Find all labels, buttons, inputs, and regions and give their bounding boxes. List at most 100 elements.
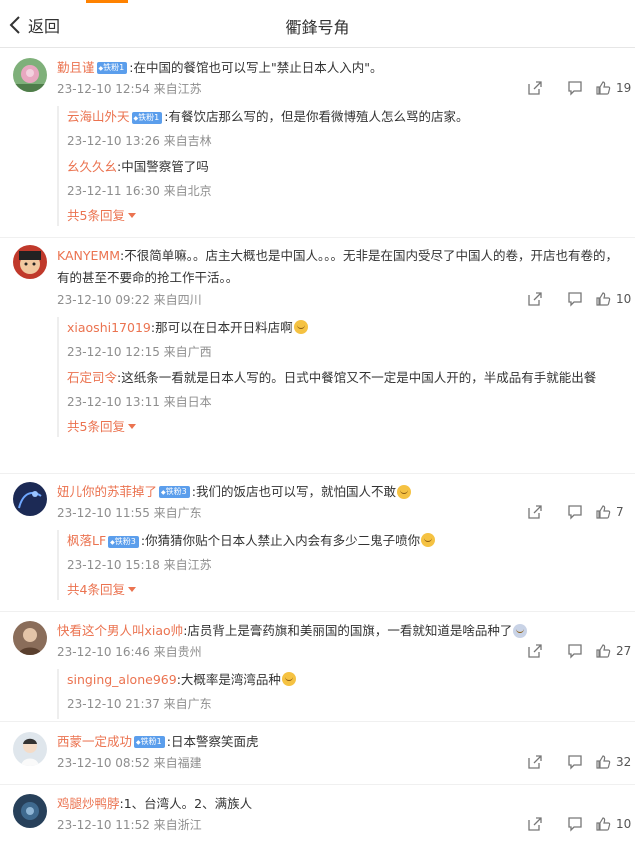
- reply-username[interactable]: 云海山外天: [67, 109, 130, 124]
- comment-actions: 27: [515, 643, 635, 659]
- avatar[interactable]: [13, 245, 47, 279]
- reply-username[interactable]: xiaoshi17019: [67, 320, 151, 335]
- fan-badge: 铁粉1: [131, 112, 163, 124]
- share-icon: [528, 81, 542, 95]
- more-replies-link[interactable]: 共5条回复: [67, 206, 627, 226]
- comment-actions: 32: [515, 754, 635, 770]
- share-button[interactable]: [515, 754, 555, 770]
- reply-username[interactable]: 幺久久幺: [67, 159, 117, 174]
- reply-list: xiaoshi17019:那可以在日本开日料店啊 23-12-10 12:15 …: [57, 317, 627, 437]
- reply-button[interactable]: [555, 816, 595, 832]
- comment-line: 西蒙一定成功 铁粉1 :日本警察笑面虎: [57, 732, 627, 752]
- reply-item: 枫落LF铁粉3:你猜猜你贴个日本人禁止入内会有多少二鬼子喷你 23-12-10 …: [67, 530, 627, 574]
- username-link[interactable]: KANYEMM: [57, 248, 120, 263]
- share-button[interactable]: [515, 643, 555, 659]
- comment-text: :1、台湾人。2、满族人: [119, 796, 253, 811]
- comment-icon: [568, 292, 582, 307]
- emoji-icon: [281, 672, 296, 686]
- divider: [0, 611, 635, 612]
- emoji-icon: [513, 624, 528, 638]
- reply-list: 云海山外天铁粉1:有餐饮店那么写的，但是你看微博殖人怎么骂的店家。 23-12-…: [57, 106, 627, 226]
- comment-text: :不很简单嘛。。店主大概也是中国人。。。无非是在国内受尽了中国人的卷，开店也有卷…: [57, 248, 618, 285]
- avatar[interactable]: [13, 732, 47, 766]
- comment-line: KANYEMM:不很简单嘛。。店主大概也是中国人。。。无非是在国内受尽了中国人的…: [57, 245, 627, 289]
- like-count: 32: [616, 755, 632, 769]
- comment-icon: [568, 81, 582, 96]
- like-button[interactable]: 27: [595, 643, 635, 659]
- comment-meta: 23-12-10 09:22 来自四川: [57, 293, 202, 307]
- reply-username[interactable]: 枫落LF: [67, 533, 106, 548]
- reply-text: :大概率是湾湾品种: [176, 672, 281, 687]
- like-button[interactable]: 10: [595, 291, 635, 307]
- like-button[interactable]: 32: [595, 754, 635, 770]
- avatar[interactable]: [13, 58, 47, 92]
- comment-line: 快看这个男人叫xiao帅:店员背上是膏药旗和美丽国的国旗，一看就知道是啥品种了: [57, 621, 627, 641]
- share-button[interactable]: [515, 816, 555, 832]
- reply-button[interactable]: [555, 504, 595, 520]
- divider: [0, 473, 635, 474]
- share-button[interactable]: [515, 504, 555, 520]
- username-link[interactable]: 西蒙一定成功: [57, 732, 132, 752]
- username-link[interactable]: 快看这个男人叫xiao帅: [57, 621, 183, 641]
- thumbs-up-icon: [596, 817, 611, 831]
- reply-button[interactable]: [555, 754, 595, 770]
- reply-button[interactable]: [555, 80, 595, 96]
- comment-icon: [568, 817, 582, 832]
- comment-text: :店员背上是膏药旗和美丽国的国旗，一看就知道是啥品种了: [183, 623, 513, 638]
- reply-item: 云海山外天铁粉1:有餐饮店那么写的，但是你看微博殖人怎么骂的店家。 23-12-…: [67, 106, 627, 150]
- comment-text: :日本警察笑面虎: [166, 734, 259, 749]
- fan-badge: 铁粉1: [134, 736, 165, 748]
- reply-text: :这纸条一看就是日本人写的。日式中餐馆又不一定是中国人开的，半成品有手就能出餐: [117, 370, 597, 385]
- reply-text: :有餐饮店那么写的，但是你看微博殖人怎么骂的店家。: [164, 109, 469, 124]
- reply-text: :你猜猜你贴个日本人禁止入内会有多少二鬼子喷你: [140, 533, 421, 548]
- comment-meta: 23-12-10 11:52 来自浙江: [57, 818, 202, 832]
- comment-line: 鸡腿炒鸭脖:1、台湾人。2、满族人: [57, 794, 627, 814]
- comment-actions: 19: [515, 80, 635, 96]
- comment-meta: 23-12-10 16:46 来自贵州: [57, 645, 202, 659]
- share-button[interactable]: [515, 80, 555, 96]
- share-icon: [528, 817, 542, 831]
- like-button[interactable]: 7: [595, 504, 635, 520]
- reply-meta: 23-12-11 16:30 来自北京: [67, 184, 212, 198]
- comment-text: :在中国的餐馆也可以写上"禁止日本人入内"。: [129, 60, 383, 75]
- like-count: 10: [616, 292, 632, 306]
- reply-username[interactable]: singing_alone969: [67, 672, 177, 687]
- comment-actions: 10: [515, 816, 635, 832]
- comment-meta: 23-12-10 11:55 来自广东: [57, 506, 202, 520]
- reply-button[interactable]: [555, 291, 595, 307]
- username-link[interactable]: 妞儿你的苏菲掉了: [57, 482, 157, 502]
- avatar[interactable]: [13, 482, 47, 516]
- reply-meta: 23-12-10 21:37 来自广东: [67, 697, 212, 711]
- comment-icon: [568, 755, 582, 770]
- reply-button[interactable]: [555, 643, 595, 659]
- divider: [0, 784, 635, 785]
- share-button[interactable]: [515, 291, 555, 307]
- fan-badge: 铁粉3: [159, 486, 190, 498]
- reply-username[interactable]: 石定司令: [67, 370, 117, 385]
- username-link[interactable]: 勤且谨: [57, 58, 95, 78]
- more-replies-link[interactable]: 共4条回复: [67, 580, 627, 600]
- thumbs-up-icon: [596, 755, 611, 769]
- like-count: 19: [616, 81, 632, 95]
- reply-item: singing_alone969:大概率是湾湾品种 23-12-10 21:37…: [67, 669, 627, 713]
- avatar[interactable]: [13, 621, 47, 655]
- emoji-icon: [421, 533, 436, 547]
- more-replies-link[interactable]: 共5条回复: [67, 417, 627, 437]
- comment-line: 勤且谨 铁粉1 :在中国的餐馆也可以写上"禁止日本人入内"。: [57, 58, 627, 78]
- fan-badge: 铁粉3: [108, 536, 139, 548]
- share-icon: [528, 755, 542, 769]
- fan-badge: 铁粉1: [96, 62, 128, 74]
- thumbs-up-icon: [596, 505, 611, 519]
- comment-actions: 7: [515, 504, 635, 520]
- avatar[interactable]: [13, 794, 47, 828]
- reply-text: :中国警察管了吗: [117, 159, 209, 174]
- reply-meta: 23-12-10 13:26 来自吉林: [67, 134, 212, 148]
- share-icon: [528, 644, 542, 658]
- like-button[interactable]: 10: [595, 816, 635, 832]
- reply-text: :那可以在日本开日料店啊: [150, 320, 293, 335]
- divider: [0, 237, 635, 238]
- like-button[interactable]: 19: [595, 80, 635, 96]
- thumbs-up-icon: [596, 292, 611, 306]
- like-count: 7: [616, 505, 624, 519]
- username-link[interactable]: 鸡腿炒鸭脖: [57, 794, 120, 814]
